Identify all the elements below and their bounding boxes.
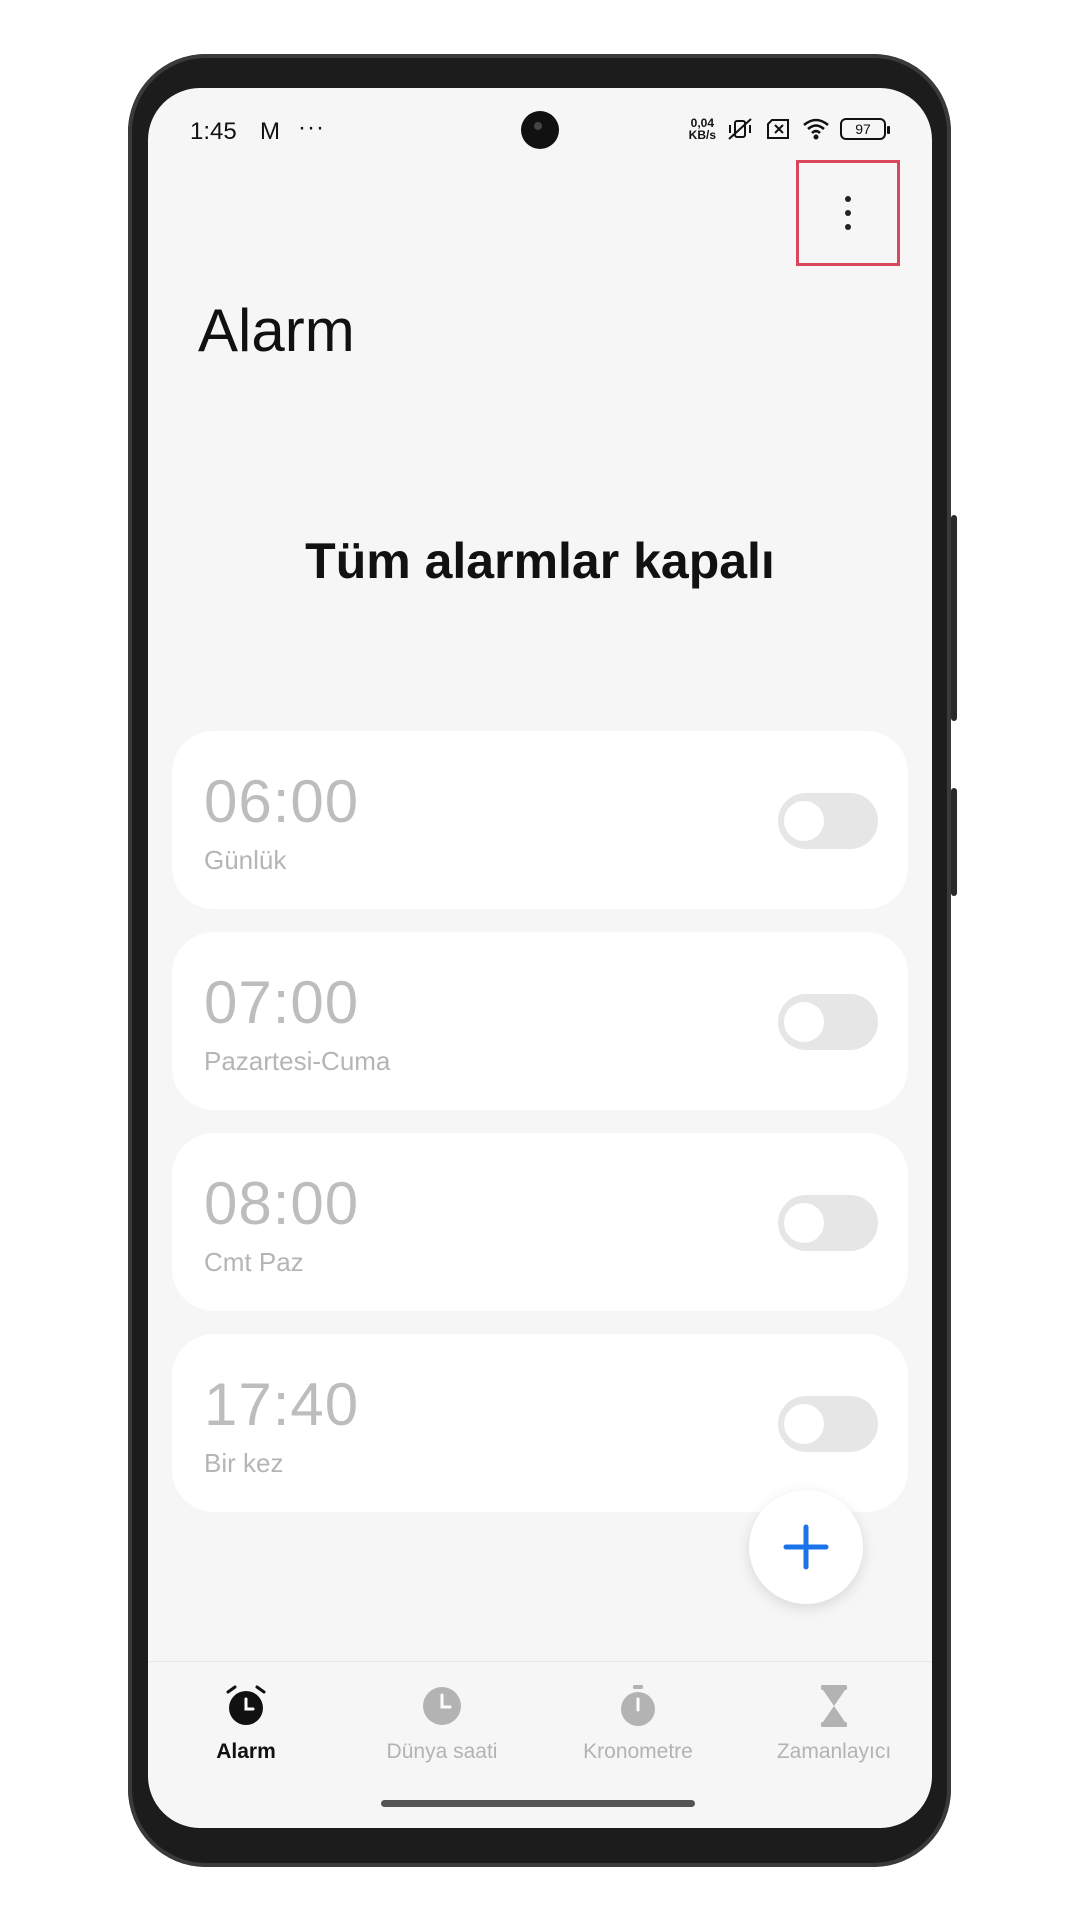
alarm-card[interactable]: 17:40 Bir kez — [172, 1334, 908, 1512]
volume-button — [951, 515, 957, 721]
alarm-repeat: Cmt Paz — [204, 1247, 304, 1277]
front-camera — [521, 111, 559, 149]
alarm-toggle[interactable] — [778, 1195, 878, 1251]
hourglass-icon — [821, 1685, 847, 1727]
vibrate-off-icon — [728, 118, 752, 140]
alarm-repeat: Bir kez — [204, 1448, 284, 1478]
nav-label: Alarm — [216, 1740, 276, 1763]
alarm-clock-icon — [226, 1685, 266, 1725]
more-vert-icon — [845, 196, 851, 230]
alarm-card[interactable]: 06:00 Günlük — [172, 731, 908, 909]
screen: 1:45 M ··· 0,04 KB/s 97 Alarm Tüm alarml… — [148, 88, 932, 1828]
nav-tab-timer[interactable]: Zamanlayıcı — [736, 1682, 932, 1764]
status-icons: 0,04 KB/s 97 — [689, 116, 890, 142]
no-sim-icon — [767, 119, 789, 139]
nav-tab-alarm[interactable]: Alarm — [148, 1682, 344, 1764]
alarm-toggle[interactable] — [778, 994, 878, 1050]
alarm-repeat: Pazartesi-Cuma — [204, 1046, 391, 1076]
power-button — [951, 788, 957, 896]
alarm-toggle[interactable] — [778, 793, 878, 849]
network-speed-unit: KB/s — [688, 128, 716, 142]
more-options-button[interactable] — [796, 160, 900, 266]
nav-label: Kronometre — [583, 1740, 693, 1763]
nav-tab-stopwatch[interactable]: Kronometre — [540, 1682, 736, 1764]
network-speed: 0,04 KB/s — [689, 117, 716, 141]
alarm-time: 08:00 — [204, 1170, 360, 1237]
alarm-time: 07:00 — [204, 969, 360, 1036]
more-notifications-icon: ··· — [298, 114, 325, 141]
alarm-time: 17:40 — [204, 1371, 360, 1438]
nav-tab-world-clock[interactable]: Dünya saati — [344, 1682, 540, 1764]
add-alarm-button[interactable] — [749, 1490, 863, 1604]
wifi-icon — [803, 118, 829, 140]
alarm-toggle[interactable] — [778, 1396, 878, 1452]
gmail-notification-icon: M — [260, 118, 280, 145]
alarm-time: 06:00 — [204, 768, 360, 835]
alarm-repeat: Günlük — [204, 845, 287, 875]
nav-label: Dünya saati — [386, 1740, 498, 1763]
status-time: 1:45 — [190, 118, 237, 145]
page-title: Alarm — [198, 297, 355, 364]
all-alarms-off-message: Tüm alarmlar kapalı — [305, 533, 775, 589]
nav-label: Zamanlayıcı — [776, 1740, 892, 1763]
alarm-card[interactable]: 08:00 Cmt Paz — [172, 1133, 908, 1311]
battery-indicator: 97 — [840, 118, 890, 140]
plus-icon — [783, 1524, 829, 1570]
bottom-navigation: Alarm Dünya saati Kronometre Zamanlayıcı — [148, 1661, 932, 1782]
home-indicator[interactable] — [381, 1800, 695, 1807]
stopwatch-icon — [621, 1685, 655, 1726]
alarm-card[interactable]: 07:00 Pazartesi-Cuma — [172, 932, 908, 1110]
clock-icon — [423, 1687, 461, 1725]
